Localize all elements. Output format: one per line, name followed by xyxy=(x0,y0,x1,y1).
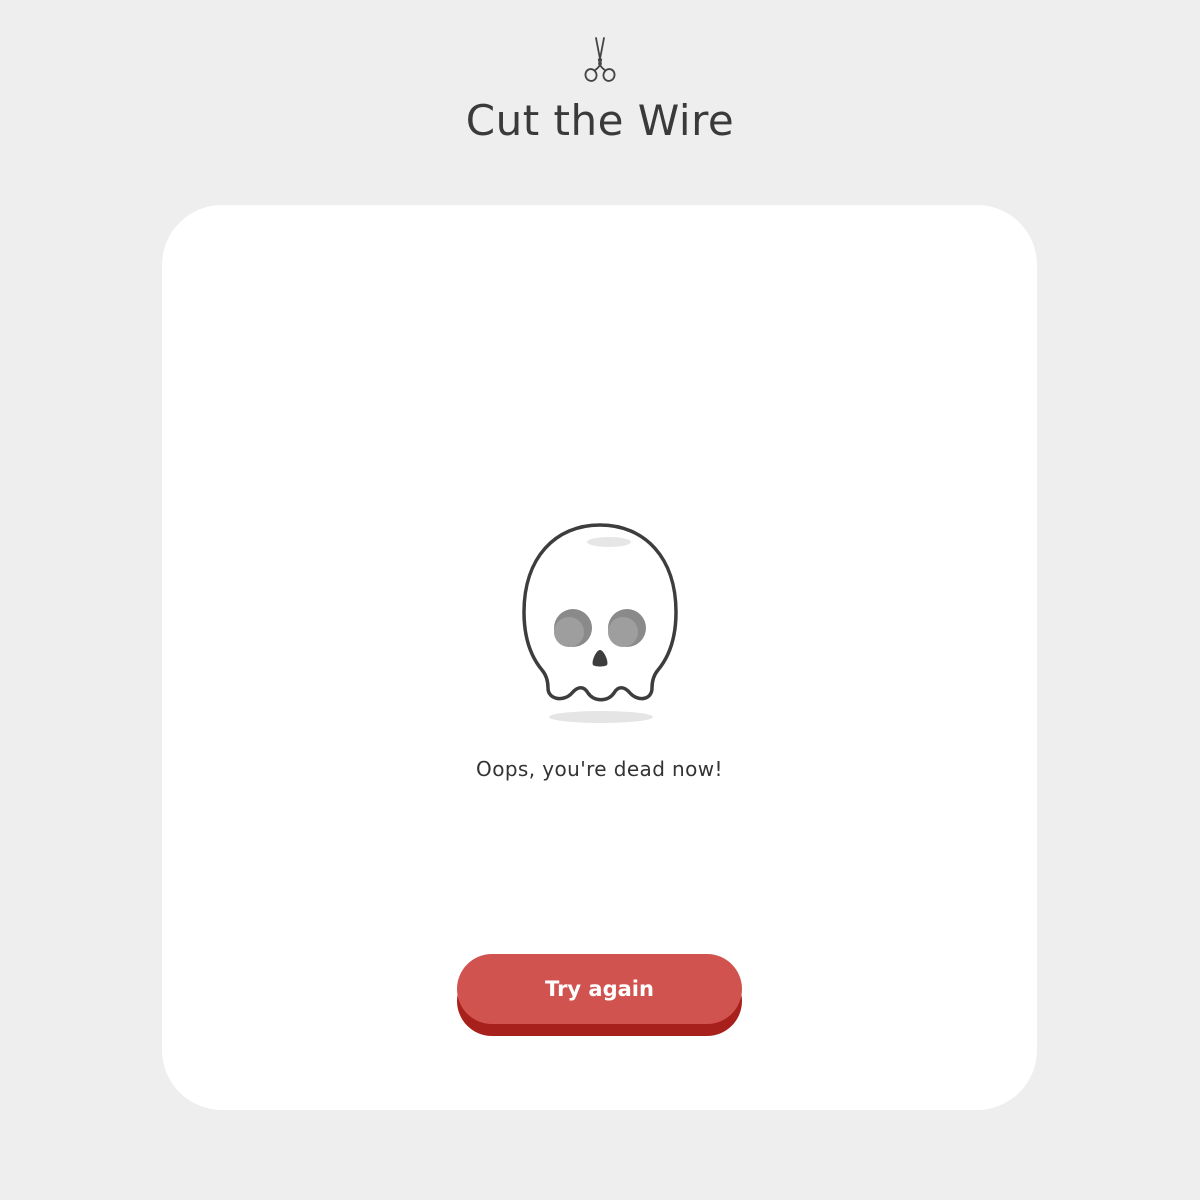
game-page: Cut the Wire Oops, you're dead now! Try … xyxy=(0,0,1200,1200)
scissors-icon xyxy=(584,37,616,82)
try-again-button[interactable]: Try again xyxy=(457,954,742,1024)
game-over-message: Oops, you're dead now! xyxy=(476,757,723,781)
skull-container xyxy=(162,520,1037,730)
game-card: Oops, you're dead now! Try again xyxy=(162,205,1037,1110)
skull-icon xyxy=(521,523,678,723)
page-title: Cut the Wire xyxy=(465,96,735,145)
header: Cut the Wire xyxy=(0,36,1200,146)
